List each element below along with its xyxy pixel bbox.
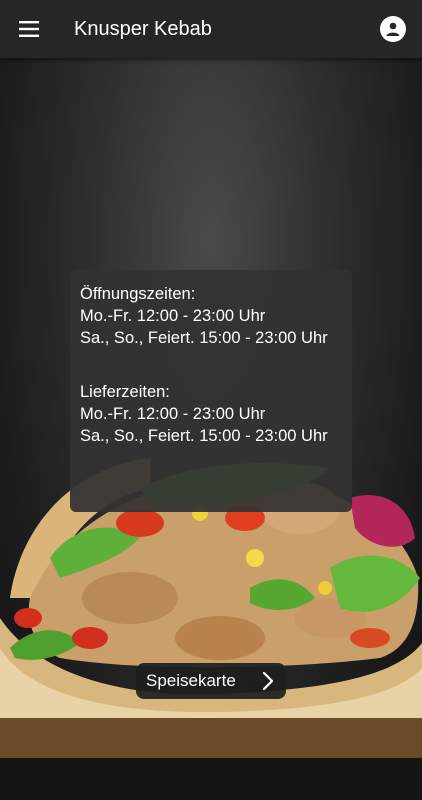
speisekarte-label: Speisekarte <box>146 671 236 690</box>
opening-hours-weekend: Sa., So., Feiert. 15:00 - 23:00 Uhr <box>80 329 328 347</box>
opening-hours-weekdays: Mo.-Fr. 12:00 - 23:00 Uhr <box>80 307 266 325</box>
speisekarte-button[interactable]: Speisekarte <box>136 663 286 699</box>
app-bar: Knusper Kebab <box>0 0 422 58</box>
menu-button[interactable] <box>0 0 58 58</box>
delivery-hours: Lieferzeiten: Mo.-Fr. 12:00 - 23:00 Uhr … <box>80 381 342 447</box>
chevron-right-icon <box>262 671 274 691</box>
delivery-hours-weekdays: Mo.-Fr. 12:00 - 23:00 Uhr <box>80 405 266 423</box>
hero-background: Öffnungszeiten: Mo.-Fr. 12:00 - 23:00 Uh… <box>0 58 422 800</box>
app-title: Knusper Kebab <box>74 17 212 40</box>
delivery-hours-heading: Lieferzeiten: <box>80 383 170 401</box>
opening-hours: Öffnungszeiten: Mo.-Fr. 12:00 - 23:00 Uh… <box>80 283 342 349</box>
account-circle-icon <box>380 16 406 42</box>
hamburger-menu-icon <box>19 21 39 37</box>
hours-card: Öffnungszeiten: Mo.-Fr. 12:00 - 23:00 Uh… <box>70 270 352 512</box>
opening-hours-heading: Öffnungszeiten: <box>80 285 196 303</box>
delivery-hours-weekend: Sa., So., Feiert. 15:00 - 23:00 Uhr <box>80 427 328 445</box>
account-button[interactable] <box>364 0 422 58</box>
